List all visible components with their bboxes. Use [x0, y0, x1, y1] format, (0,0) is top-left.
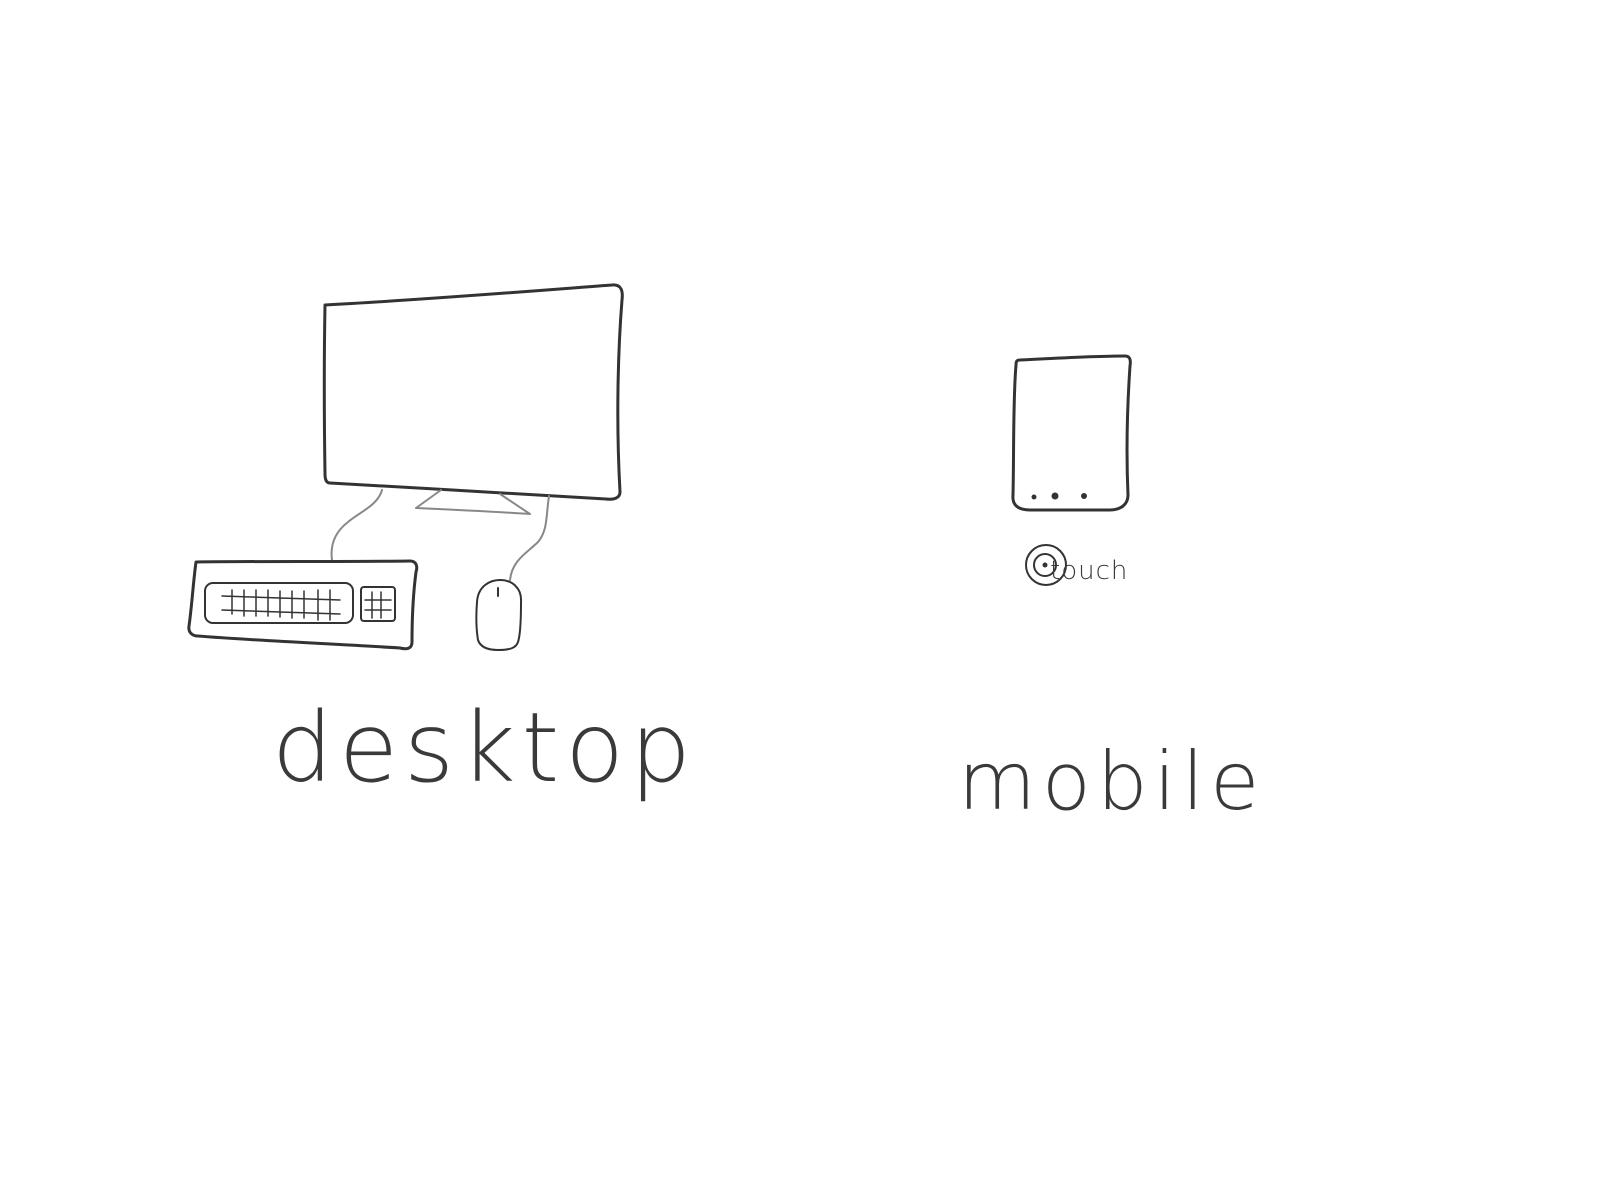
mouse-icon [475, 579, 523, 651]
phone-dot [1031, 494, 1037, 500]
phone-icon [1011, 354, 1132, 512]
phone-dot [1081, 493, 1087, 499]
mobile-caption: mobile [958, 735, 1266, 828]
phone-dot [1051, 492, 1059, 500]
mobile-group [1011, 354, 1132, 586]
keyboard-icon [187, 559, 419, 651]
sketch-drawing [187, 283, 1132, 651]
monitor-icon [322, 283, 624, 515]
mouse-cable [509, 495, 550, 581]
desktop-group [187, 283, 624, 651]
sketch-canvas: desktop touch mobile [0, 0, 1600, 1200]
keyboard-cable [330, 489, 383, 561]
touch-caption: touch [1050, 556, 1129, 586]
desktop-caption: desktop [272, 692, 697, 804]
